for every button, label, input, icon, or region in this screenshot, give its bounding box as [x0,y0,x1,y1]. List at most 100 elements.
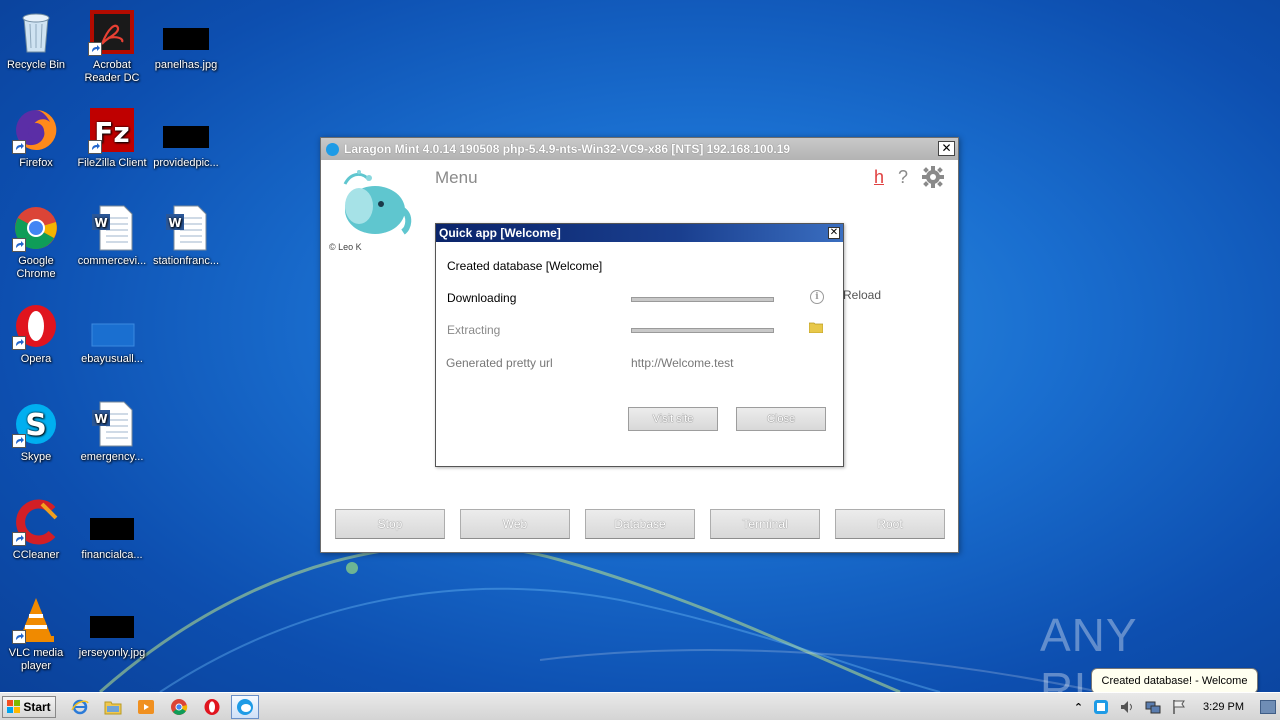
svg-text:W: W [94,216,107,230]
close-button[interactable]: Close [736,407,826,431]
anyrun-watermark: ANY RUN [1040,608,1240,715]
downloading-label: Downloading [447,291,517,305]
extracting-progress-bar [631,328,774,333]
show-desktop-button[interactable] [1260,700,1276,714]
desktop-icon-ccleaner[interactable]: CCleaner [0,498,74,562]
desktop-icon-vlc[interactable]: VLC media player [0,596,74,673]
desktop-icon-opera[interactable]: Opera [0,302,74,366]
chrome-icon [171,698,188,715]
database-button[interactable]: Database [585,509,695,539]
start-button[interactable]: Start [2,695,56,718]
taskbar: Start ⌃ 3:29 PM [0,692,1280,720]
clock[interactable]: 3:29 PM [1203,701,1244,713]
word-doc-icon: W [162,204,210,252]
image-file-icon [88,596,136,644]
tray-expand-button[interactable]: ⌃ [1074,701,1083,714]
shortcut-arrow-icon [12,434,26,448]
filezilla-icon: Fz [88,106,136,154]
image-file-icon [162,106,210,154]
extracting-label: Extracting [447,323,501,337]
opera-icon [204,698,220,715]
terminal-button[interactable]: Terminal [710,509,820,539]
volume-icon[interactable] [1119,699,1135,715]
desktop-icon-label: stationfranc... [152,255,220,267]
pretty-url-label: Generated pretty url [446,356,553,370]
desktop-icon-chrome[interactable]: Google Chrome [0,204,74,281]
desktop-icon-commercevi[interactable]: W commercevi... [74,204,150,268]
quick-app-titlebar[interactable]: Quick app [Welcome] [436,224,843,242]
desktop-icon-panelhas[interactable]: panelhas.jpg [148,8,224,72]
taskbar-laragon-button[interactable] [231,694,259,719]
taskbar-opera-button[interactable] [198,695,226,719]
gear-icon[interactable] [922,166,944,188]
quick-app-title: Quick app [Welcome] [439,226,561,240]
media-player-icon [138,699,154,714]
explorer-folder-icon [104,701,122,714]
info-icon[interactable]: i [810,290,824,304]
svg-text:W: W [94,412,107,426]
shortcut-arrow-icon [12,238,26,252]
quick-app-dialog: Quick app [Welcome] ✕ Created database [… [435,223,844,467]
desktop-icon-ebayusuall[interactable]: ebayusuall... [74,302,150,366]
word-doc-icon: W [88,400,136,448]
menu-link[interactable]: Menu [435,168,478,188]
desktop-icon-recycle-bin[interactable]: Recycle Bin [0,8,74,72]
taskbar-media-player-button[interactable] [132,695,160,719]
root-button[interactable]: Root [835,509,945,539]
balloon-text: Created database! - Welcome [1101,675,1248,687]
stop-button[interactable]: Stop [335,509,445,539]
start-label: Start [23,699,51,714]
opera-icon [12,302,60,350]
h-link[interactable]: h [874,167,884,188]
firefox-icon [12,106,60,154]
desktop-icon-acrobat[interactable]: Acrobat Reader DC [74,8,150,85]
internet-explorer-icon [71,699,89,714]
word-doc-icon: W [88,204,136,252]
desktop-icon-firefox[interactable]: Firefox [0,106,74,170]
desktop-icon-label: Recycle Bin [6,59,66,71]
help-link[interactable]: ? [898,167,908,188]
desktop-icon-label: Skype [20,451,52,463]
windows-logo-icon [7,700,21,713]
notification-balloon[interactable]: Created database! - Welcome [1091,668,1258,694]
laragon-titlebar[interactable]: Laragon Mint 4.0.14 190508 php-5.4.9-nts… [321,138,958,160]
taskbar-ie-button[interactable] [66,695,94,719]
network-icon[interactable] [1145,699,1161,715]
shortcut-arrow-icon [12,630,26,644]
desktop-icon-label: FileZilla Client [77,157,147,169]
image-file-icon [88,498,136,546]
laragon-title: Laragon Mint 4.0.14 190508 php-5.4.9-nts… [344,142,791,156]
desktop-icon-emergency[interactable]: W emergency... [74,400,150,464]
pretty-url-value[interactable]: http://Welcome.test [631,356,734,370]
desktop-icon-financialca[interactable]: financialca... [74,498,150,562]
taskbar-explorer-button[interactable] [99,695,127,719]
laragon-icon [326,142,339,156]
desktop-icon-skype[interactable]: S Skype [0,400,74,464]
desktop-icon-stationfranc[interactable]: W stationfranc... [148,204,224,268]
laragon-close-button[interactable]: ✕ [938,141,955,156]
action-center-flag-icon[interactable] [1171,699,1187,715]
web-button[interactable]: Web [460,509,570,539]
desktop-icon-label: Google Chrome [16,255,56,280]
created-database-text: Created database [Welcome] [447,259,603,273]
taskbar-chrome-button[interactable] [165,695,193,719]
folder-icon[interactable] [809,322,823,333]
laragon-author: © Leo K [329,242,362,252]
desktop-icon-filezilla[interactable]: Fz FileZilla Client [74,106,150,170]
shortcut-arrow-icon [12,532,26,546]
desktop-icon-label: Acrobat Reader DC [84,59,140,84]
desktop-icon-providedpic[interactable]: providedpic... [148,106,224,170]
vlc-icon [12,596,60,644]
chrome-icon [12,204,60,252]
recycle-bin-icon [12,8,60,56]
reload-link[interactable]: Reload [843,288,881,302]
desktop-icon-label: providedpic... [153,157,219,169]
laragon-top-icons: h ? [874,166,944,188]
quick-app-close-icon[interactable]: ✕ [828,227,840,239]
laragon-tray-icon[interactable] [1093,699,1109,715]
desktop-icon-jerseyonly[interactable]: jerseyonly.jpg [74,596,150,660]
visit-site-button[interactable]: Visit site [628,407,718,431]
desktop-icon-label: VLC media player [8,647,64,672]
shortcut-arrow-icon [12,336,26,350]
ccleaner-icon [12,498,60,546]
